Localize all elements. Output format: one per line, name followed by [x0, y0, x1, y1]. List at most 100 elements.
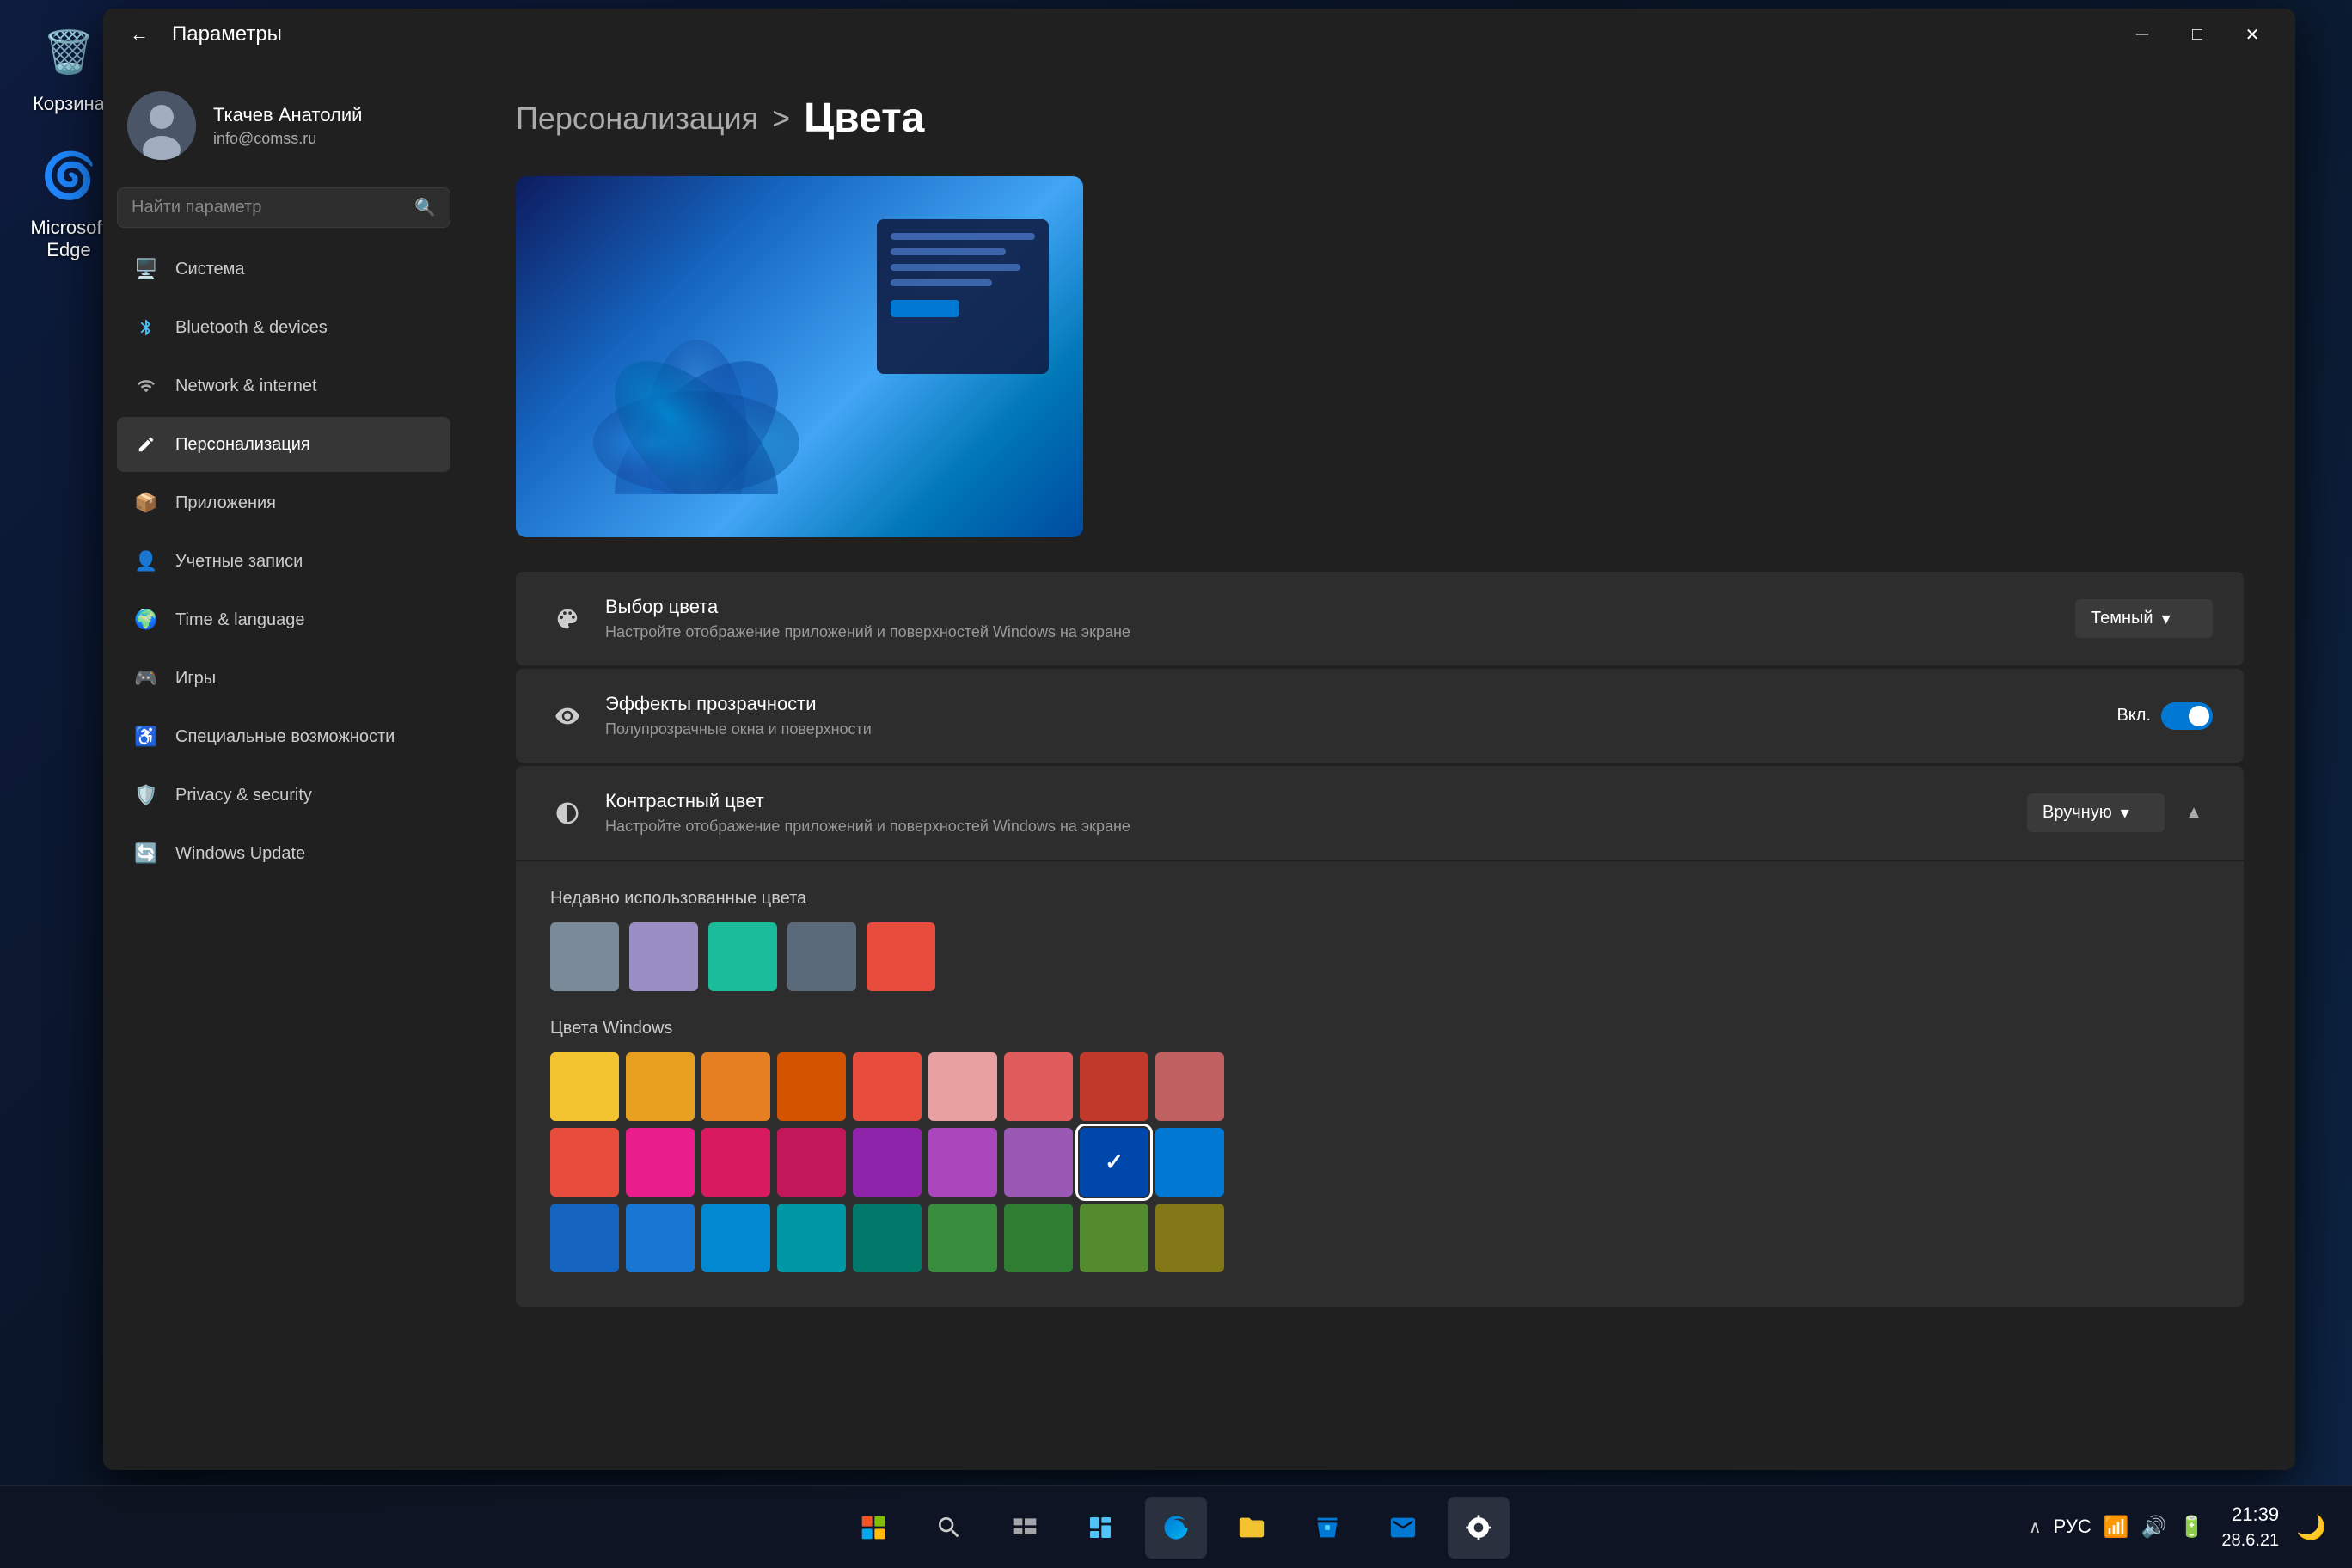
color-cell-orange[interactable] — [701, 1052, 770, 1121]
color-cell-teal[interactable] — [777, 1204, 846, 1272]
sidebar-item-gaming[interactable]: 🎮 Игры — [117, 651, 450, 706]
user-info: Ткачев Анатолий info@comss.ru — [213, 104, 362, 148]
close-button[interactable]: ✕ — [2226, 17, 2278, 52]
taskbar-store-button[interactable] — [1296, 1497, 1358, 1559]
preview-line-3 — [891, 264, 1020, 271]
color-cell-purple[interactable] — [853, 1128, 922, 1197]
system-icon: 🖥️ — [132, 255, 160, 283]
color-cell-crimson[interactable] — [550, 1128, 619, 1197]
color-cell-olive[interactable] — [1155, 1204, 1224, 1272]
wifi-icon[interactable]: 📶 — [2104, 1515, 2129, 1540]
color-cell-gold[interactable] — [626, 1052, 695, 1121]
sidebar-item-privacy-label: Privacy & security — [175, 786, 312, 805]
color-cell-lightred[interactable] — [928, 1052, 997, 1121]
sidebar-item-system-label: Система — [175, 260, 245, 279]
color-cell-darkgreen[interactable] — [1004, 1204, 1073, 1272]
sidebar-item-windows-update[interactable]: 🔄 Windows Update — [117, 826, 450, 881]
sidebar-item-network[interactable]: Network & internet — [117, 358, 450, 413]
color-cell-red[interactable] — [1080, 1052, 1148, 1121]
sidebar-item-time-label: Time & language — [175, 610, 304, 630]
taskbar-start-button[interactable] — [842, 1497, 904, 1559]
time-icon: 🌍 — [132, 606, 160, 634]
systray-language[interactable]: РУС — [2054, 1516, 2092, 1538]
sidebar-item-windows-update-label: Windows Update — [175, 844, 305, 864]
systray: ∧ РУС 📶 🔊 🔋 — [2029, 1515, 2204, 1540]
search-box[interactable]: 🔍 — [117, 187, 450, 228]
color-choice-dropdown[interactable]: Темный ▾ — [2075, 599, 2213, 638]
color-cell-deeppink[interactable] — [701, 1128, 770, 1197]
page-header-title: Цвета — [804, 95, 924, 142]
sidebar-item-system[interactable]: 🖥️ Система — [117, 242, 450, 297]
color-cell-violet[interactable] — [928, 1128, 997, 1197]
battery-icon[interactable]: 🔋 — [2179, 1515, 2205, 1540]
transparency-toggle[interactable] — [2161, 702, 2213, 730]
avatar — [127, 91, 196, 160]
taskbar-widgets-button[interactable] — [1069, 1497, 1131, 1559]
transparency-info: Эффекты прозрачности Полупрозрачные окна… — [605, 693, 2099, 738]
sidebar-item-accounts[interactable]: 👤 Учетные записи — [117, 534, 450, 589]
contrast-dropdown[interactable]: Вручную ▾ — [2027, 793, 2165, 832]
color-cell-darkred[interactable] — [1155, 1052, 1224, 1121]
color-cell-royalblue[interactable] — [550, 1204, 619, 1272]
taskbar: ∧ РУС 📶 🔊 🔋 21:39 28.6.21 🌙 — [0, 1485, 2352, 1568]
contrast-expand-button[interactable]: ▲ — [2175, 794, 2213, 832]
search-input[interactable] — [132, 198, 404, 217]
recent-swatch-3[interactable] — [787, 922, 856, 991]
color-cell-sky[interactable] — [701, 1204, 770, 1272]
taskbar-clock[interactable]: 21:39 28.6.21 — [2221, 1502, 2279, 1553]
page-header-parent: Персонализация — [516, 101, 758, 137]
transparency-title: Эффекты прозрачности — [605, 693, 2099, 715]
taskbar-mail-button[interactable] — [1372, 1497, 1434, 1559]
recent-swatch-0[interactable] — [550, 922, 619, 991]
sidebar-item-privacy[interactable]: 🛡️ Privacy & security — [117, 768, 450, 823]
windows-colors-label: Цвета Windows — [550, 1019, 2209, 1038]
color-cell-yellow[interactable] — [550, 1052, 619, 1121]
notifications-icon[interactable]: 🌙 — [2296, 1513, 2326, 1541]
color-cell-hotpink[interactable] — [626, 1128, 695, 1197]
taskbar-edge-button[interactable] — [1145, 1497, 1207, 1559]
color-cell-cornflower[interactable] — [626, 1204, 695, 1272]
clock-date: 28.6.21 — [2221, 1528, 2279, 1553]
bloom-svg — [550, 185, 842, 494]
color-grid-row-2 — [550, 1128, 2209, 1197]
systray-chevron[interactable]: ∧ — [2029, 1516, 2042, 1538]
volume-icon[interactable]: 🔊 — [2141, 1515, 2167, 1540]
page-header-separator: > — [772, 101, 790, 137]
sidebar-item-bluetooth[interactable]: Bluetooth & devices — [117, 300, 450, 355]
recent-swatch-2[interactable] — [708, 922, 777, 991]
settings-section: Выбор цвета Настройте отображение прилож… — [516, 572, 2244, 1308]
taskbar-explorer-button[interactable] — [1221, 1497, 1283, 1559]
color-cell-seafoam[interactable] — [853, 1204, 922, 1272]
recent-swatch-4[interactable] — [867, 922, 935, 991]
color-cell-blue[interactable] — [1155, 1128, 1224, 1197]
color-choice-title: Выбор цвета — [605, 596, 2058, 618]
taskbar-taskview-button[interactable] — [994, 1497, 1056, 1559]
network-icon — [132, 372, 160, 400]
taskbar-search-button[interactable] — [918, 1497, 980, 1559]
sidebar-item-accessibility[interactable]: ♿ Специальные возможности — [117, 709, 450, 764]
contrast-arrow: ▾ — [2121, 802, 2129, 824]
color-cell-darkorange[interactable] — [777, 1052, 846, 1121]
color-choice-value: Темный — [2091, 609, 2153, 628]
sidebar-item-apps-label: Приложения — [175, 493, 276, 513]
color-cell-moss[interactable] — [1080, 1204, 1148, 1272]
color-cell-orchid[interactable] — [1004, 1128, 1073, 1197]
maximize-button[interactable]: □ — [2171, 17, 2223, 52]
sidebar-item-time[interactable]: 🌍 Time & language — [117, 592, 450, 647]
sidebar-item-personalization[interactable]: Персонализация — [117, 417, 450, 472]
taskbar-settings-button[interactable] — [1448, 1497, 1510, 1559]
color-cell-rose[interactable] — [1004, 1052, 1073, 1121]
recent-swatch-1[interactable] — [629, 922, 698, 991]
contrast-icon — [547, 793, 588, 834]
transparency-toggle-label: Вкл. — [2116, 706, 2151, 726]
color-cell-green[interactable] — [928, 1204, 997, 1272]
user-profile[interactable]: Ткачев Анатолий info@comss.ru — [117, 77, 450, 174]
sidebar-item-apps[interactable]: 📦 Приложения — [117, 475, 450, 530]
preview-wallpaper — [516, 176, 1083, 537]
back-button[interactable]: ← — [120, 15, 158, 53]
sidebar-item-accounts-label: Учетные записи — [175, 552, 303, 572]
color-cell-cobalt[interactable] — [1080, 1128, 1148, 1197]
minimize-button[interactable]: ─ — [2116, 17, 2168, 52]
color-cell-brick[interactable] — [853, 1052, 922, 1121]
color-cell-berry[interactable] — [777, 1128, 846, 1197]
